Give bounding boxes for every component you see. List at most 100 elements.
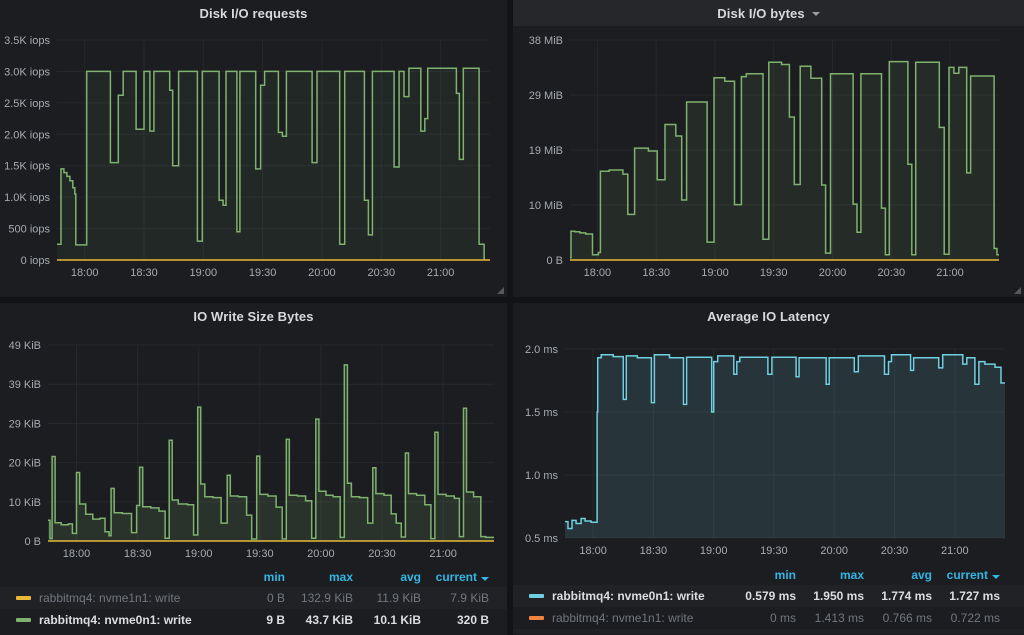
y-axis-tick-label: 49 KiB	[9, 340, 41, 352]
legend-series: rabbitmq4: nvme1n1: write	[16, 591, 217, 605]
legend-series-label[interactable]: rabbitmq4: nvme0n1: write	[39, 613, 192, 627]
legend-color-swatch[interactable]	[16, 596, 31, 600]
disk-io-bytes-chart[interactable]: 0 B10 MiB19 MiB29 MiB38 MiB18:0018:3019:…	[513, 26, 1024, 290]
y-axis-tick-label: 0 B	[24, 536, 41, 548]
panel-title[interactable]: Average IO Latency	[707, 309, 830, 324]
legend-sort-avg[interactable]: avg	[864, 568, 932, 582]
legend-header: minmaxavgcurrent	[0, 567, 507, 587]
sort-caret-icon	[992, 575, 1000, 579]
legend-value-avg: 10.1 KiB	[353, 613, 421, 627]
legend-series-label[interactable]: rabbitmq4: nvme1n1: write	[552, 611, 693, 625]
panel-title[interactable]: Disk I/O requests	[200, 6, 308, 21]
disk-io-requests-chart[interactable]: 0 iops 500 iops 1.0K iops 1.5K iops 2.0K iop…	[0, 26, 507, 290]
y-axis-tick-label: 20 KiB	[9, 458, 41, 470]
legend-value-avg: 11.9 KiB	[353, 591, 421, 605]
x-axis-tick-label: 18:00	[71, 267, 99, 279]
y-axis-tick-label: 500 iops	[8, 224, 50, 236]
panel-title[interactable]: IO Write Size Bytes	[193, 309, 313, 324]
legend-value-current: 1.727 ms	[932, 589, 1000, 603]
x-axis-tick-label: 20:00	[819, 267, 847, 279]
legend-sort-current[interactable]: current	[421, 570, 489, 584]
legend-value-min: 0 B	[217, 591, 285, 605]
io-write-size-chart[interactable]: 0 B10 KiB20 KiB29 KiB39 KiB49 KiB18:0018…	[0, 329, 507, 567]
x-axis-tick-label: 19:00	[701, 267, 729, 279]
legend-color-swatch[interactable]	[529, 594, 544, 598]
x-axis-tick-label: 20:30	[368, 267, 396, 279]
x-axis-tick-label: 19:00	[190, 267, 218, 279]
y-axis-tick-label: 29 MiB	[529, 90, 563, 102]
legend-value-current: 0.722 ms	[932, 611, 1000, 625]
legend-value-max: 1.413 ms	[796, 611, 864, 625]
x-axis-tick-label: 20:00	[820, 545, 848, 557]
y-axis-tick-label: 2.0K iops	[4, 129, 50, 141]
legend-value-avg: 0.766 ms	[864, 611, 932, 625]
x-axis-tick-label: 18:00	[63, 548, 91, 560]
legend-series: rabbitmq4: nvme0n1: write	[529, 589, 728, 603]
legend-sort-max[interactable]: max	[796, 568, 864, 582]
x-axis-tick-label: 19:00	[700, 545, 728, 557]
panel-title[interactable]: Disk I/O bytes	[717, 6, 804, 21]
legend-sort-current[interactable]: current	[932, 568, 1000, 582]
legend-value-min: 0 ms	[728, 611, 796, 625]
y-axis-tick-label: 2.0 ms	[525, 344, 559, 356]
panel-average-io-latency: Average IO Latency 0.5 ms1.0 ms1.5 ms2.0…	[513, 303, 1024, 635]
legend-value-min: 0.579 ms	[728, 589, 796, 603]
panel-io-write-size-bytes: IO Write Size Bytes 0 B 10 KiB 20 KiB 29 Ki…	[0, 303, 507, 635]
panel-disk-io-requests: Disk I/O requests 0 iops 500 iops 1.0K iop…	[0, 0, 507, 297]
series-area	[57, 68, 484, 260]
x-axis-tick-label: 20:00	[307, 548, 335, 560]
y-axis-tick-label: 10 KiB	[9, 497, 41, 509]
legend-sort-min[interactable]: min	[217, 570, 285, 584]
series-area	[565, 355, 1005, 538]
sort-caret-icon	[481, 577, 489, 581]
panel-header: IO Write Size Bytes	[0, 303, 507, 329]
legend-sort-avg[interactable]: avg	[353, 570, 421, 584]
x-axis-tick-label: 18:30	[130, 267, 158, 279]
legend-value-current: 7.9 KiB	[421, 591, 489, 605]
x-axis-tick-label: 18:30	[640, 545, 668, 557]
legend-series: rabbitmq4: nvme0n1: write	[16, 613, 217, 627]
y-axis-tick-label: 29 KiB	[9, 418, 41, 430]
y-axis-tick-label: 0 iops	[21, 255, 51, 267]
legend-series-label[interactable]: rabbitmq4: nvme0n1: write	[552, 589, 705, 603]
y-axis-tick-label: 2.5K iops	[4, 98, 50, 110]
legend-value-min: 9 B	[217, 613, 285, 627]
x-axis-tick-label: 19:30	[760, 267, 788, 279]
average-io-latency-chart[interactable]: 0.5 ms1.0 ms1.5 ms2.0 ms18:0018:3019:001…	[513, 329, 1024, 565]
x-axis-tick-label: 20:00	[308, 267, 336, 279]
x-axis-tick-label: 20:30	[368, 548, 396, 560]
x-axis-tick-label: 18:00	[584, 267, 612, 279]
legend-value-current: 320 B	[421, 613, 489, 627]
legend-header: minmaxavgcurrent	[513, 565, 1024, 585]
panel-menu-caret-icon[interactable]	[812, 12, 820, 16]
x-axis-tick-label: 18:30	[642, 267, 670, 279]
x-axis-tick-label: 21:00	[936, 267, 964, 279]
legend-series-label[interactable]: rabbitmq4: nvme1n1: write	[39, 591, 180, 605]
legend-value-max: 43.7 KiB	[285, 613, 353, 627]
legend-color-swatch[interactable]	[16, 618, 31, 622]
panel-resize-handle[interactable]	[1014, 287, 1021, 294]
legend-value-max: 1.950 ms	[796, 589, 864, 603]
x-axis-tick-label: 21:00	[429, 548, 457, 560]
panel-resize-handle[interactable]	[497, 287, 504, 294]
grafana-dashboard: { "theme":{ "page_bg":"#121316","panel_b…	[0, 0, 1024, 635]
x-axis-tick-label: 19:30	[760, 545, 788, 557]
x-axis-tick-label: 18:00	[579, 545, 607, 557]
legend-row-partial	[513, 629, 1024, 633]
legend-row: rabbitmq4: nvme1n1: write0 B132.9 KiB11.…	[0, 587, 507, 609]
legend-sort-max[interactable]: max	[285, 570, 353, 584]
legend-value-avg: 1.774 ms	[864, 589, 932, 603]
legend-color-swatch[interactable]	[529, 616, 544, 620]
series-area	[48, 365, 494, 541]
panel-header: Disk I/O bytes	[513, 0, 1024, 26]
legend-table: minmaxavgcurrentrabbitmq4: nvme0n1: writ…	[513, 565, 1024, 633]
legend-row: rabbitmq4: nvme1n1: write0 ms1.413 ms0.7…	[513, 607, 1024, 629]
y-axis-tick-label: 1.0K iops	[4, 192, 50, 204]
y-axis-tick-label: 3.0K iops	[4, 66, 50, 78]
y-axis-tick-label: 38 MiB	[529, 35, 563, 47]
legend-sort-min[interactable]: min	[728, 568, 796, 582]
y-axis-tick-label: 1.5 ms	[525, 407, 559, 419]
legend-row: rabbitmq4: nvme0n1: write 0.579 ms1.950 m…	[513, 585, 1024, 607]
y-axis-tick-label: 1.5K iops	[4, 161, 50, 173]
y-axis-tick-label: 0 B	[546, 255, 563, 267]
